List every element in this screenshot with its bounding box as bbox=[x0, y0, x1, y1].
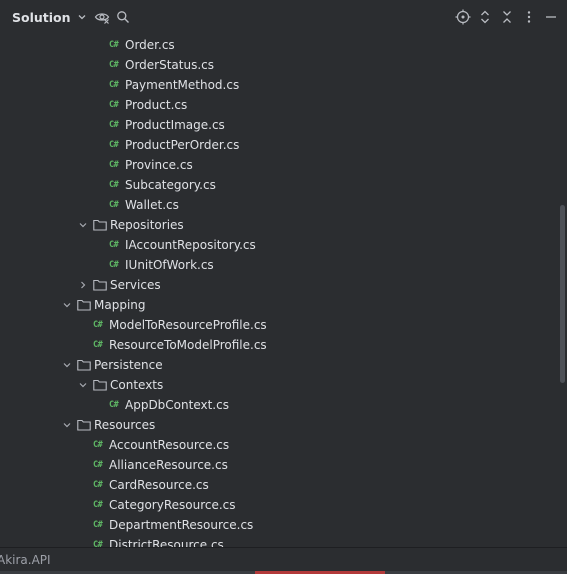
tree-item-label: DepartmentResource.cs bbox=[109, 518, 254, 532]
folder-icon bbox=[93, 379, 107, 391]
csharp-file-icon: C# bbox=[93, 440, 103, 450]
tree-item-label: Repositories bbox=[110, 218, 184, 232]
csharp-file-icon: C# bbox=[93, 340, 103, 350]
status-bar: Akira.API bbox=[0, 547, 567, 571]
status-project-name[interactable]: Akira.API bbox=[0, 553, 51, 567]
search-icon[interactable] bbox=[116, 10, 130, 24]
tree-folder-row[interactable]: Contexts bbox=[0, 375, 560, 395]
solution-title[interactable]: Solution bbox=[12, 10, 71, 25]
tree-item-label: Services bbox=[110, 278, 161, 292]
csharp-file-icon: C# bbox=[93, 500, 103, 510]
chevron-right-icon[interactable] bbox=[77, 279, 89, 291]
tree-file-row[interactable]: C# PaymentMethod.cs bbox=[0, 75, 560, 95]
tree-file-row[interactable]: C# Province.cs bbox=[0, 155, 560, 175]
csharp-file-icon: C# bbox=[109, 200, 119, 210]
tree-item-label: CategoryResource.cs bbox=[109, 498, 236, 512]
tree-item-label: Wallet.cs bbox=[125, 198, 179, 212]
tree-item-label: Resources bbox=[94, 418, 156, 432]
tree-item-label: OrderStatus.cs bbox=[125, 58, 215, 72]
solution-header: Solution bbox=[0, 0, 567, 34]
crosshair-icon[interactable] bbox=[455, 9, 471, 25]
tree-scrollbar[interactable] bbox=[560, 205, 565, 383]
folder-icon bbox=[93, 219, 107, 231]
tree-file-row[interactable]: C# AppDbContext.cs bbox=[0, 395, 560, 415]
csharp-file-icon: C# bbox=[93, 320, 103, 330]
chevron-down-icon[interactable] bbox=[77, 219, 89, 231]
csharp-file-icon: C# bbox=[93, 520, 103, 530]
tree-folder-row[interactable]: Repositories bbox=[0, 215, 560, 235]
folder-icon bbox=[77, 419, 91, 431]
csharp-file-icon: C# bbox=[109, 180, 119, 190]
tree-file-row[interactable]: C# ProductImage.cs bbox=[0, 115, 560, 135]
kebab-menu-icon[interactable] bbox=[521, 9, 537, 25]
csharp-file-icon: C# bbox=[109, 400, 119, 410]
csharp-file-icon: C# bbox=[109, 100, 119, 110]
tree-file-row[interactable]: C# Wallet.cs bbox=[0, 195, 560, 215]
tree-item-label: Order.cs bbox=[125, 38, 175, 52]
chevron-down-icon[interactable] bbox=[76, 11, 88, 23]
csharp-file-icon: C# bbox=[109, 60, 119, 70]
tree-item-label: AllianceResource.cs bbox=[109, 458, 228, 472]
tree-file-row[interactable]: C# ModelToResourceProfile.cs bbox=[0, 315, 560, 335]
tree-file-row[interactable]: C# CategoryResource.cs bbox=[0, 495, 560, 515]
tree-item-label: CardResource.cs bbox=[109, 478, 209, 492]
folder-icon bbox=[77, 359, 91, 371]
csharp-file-icon: C# bbox=[109, 140, 119, 150]
tree-item-label: Product.cs bbox=[125, 98, 188, 112]
tree-file-row[interactable]: C# Order.cs bbox=[0, 35, 560, 55]
chevron-down-icon[interactable] bbox=[61, 299, 73, 311]
tree-item-label: Persistence bbox=[94, 358, 163, 372]
tree-item-label: AppDbContext.cs bbox=[125, 398, 229, 412]
tree-item-label: DistrictResource.cs bbox=[109, 538, 224, 547]
chevron-down-icon[interactable] bbox=[61, 359, 73, 371]
tree-item-label: ProductImage.cs bbox=[125, 118, 225, 132]
tree-folder-row[interactable]: Persistence bbox=[0, 355, 560, 375]
tree-file-row[interactable]: C# DepartmentResource.cs bbox=[0, 515, 560, 535]
tree-file-row[interactable]: C# IAccountRepository.cs bbox=[0, 235, 560, 255]
csharp-file-icon: C# bbox=[109, 260, 119, 270]
tree-file-row[interactable]: C# Product.cs bbox=[0, 95, 560, 115]
tree-item-label: PaymentMethod.cs bbox=[125, 78, 240, 92]
tree-item-label: ResourceToModelProfile.cs bbox=[109, 338, 267, 352]
chevron-down-icon[interactable] bbox=[77, 379, 89, 391]
folder-icon bbox=[77, 299, 91, 311]
tree-item-label: Province.cs bbox=[125, 158, 193, 172]
folder-icon bbox=[93, 279, 107, 291]
csharp-file-icon: C# bbox=[93, 460, 103, 470]
solution-tree[interactable]: C# Order.cs C# OrderStatus.cs C# PaymentMetho… bbox=[0, 35, 562, 547]
tree-folder-row[interactable]: Resources bbox=[0, 415, 560, 435]
tree-file-row[interactable]: C# OrderStatus.cs bbox=[0, 55, 560, 75]
expand-icon[interactable] bbox=[477, 9, 493, 25]
csharp-file-icon: C# bbox=[109, 160, 119, 170]
chevron-down-icon[interactable] bbox=[61, 419, 73, 431]
csharp-file-icon: C# bbox=[109, 120, 119, 130]
tree-file-row[interactable]: C# AccountResource.cs bbox=[0, 435, 560, 455]
tree-file-row[interactable]: C# ProductPerOrder.cs bbox=[0, 135, 560, 155]
tree-file-row[interactable]: C# Subcategory.cs bbox=[0, 175, 560, 195]
tree-file-row[interactable]: C# CardResource.cs bbox=[0, 475, 560, 495]
tree-item-label: ModelToResourceProfile.cs bbox=[109, 318, 267, 332]
tree-file-row[interactable]: C# IUnitOfWork.cs bbox=[0, 255, 560, 275]
csharp-file-icon: C# bbox=[109, 240, 119, 250]
collapse-icon[interactable] bbox=[499, 9, 515, 25]
tree-item-label: Contexts bbox=[110, 378, 164, 392]
tree-item-label: ProductPerOrder.cs bbox=[125, 138, 240, 152]
tree-file-row[interactable]: C# AllianceResource.cs bbox=[0, 455, 560, 475]
csharp-file-icon: C# bbox=[93, 480, 103, 490]
csharp-file-icon: C# bbox=[109, 80, 119, 90]
tree-item-label: AccountResource.cs bbox=[109, 438, 230, 452]
csharp-file-icon: C# bbox=[93, 540, 103, 547]
csharp-file-icon: C# bbox=[109, 40, 119, 50]
tree-item-label: IAccountRepository.cs bbox=[125, 238, 256, 252]
tree-file-row[interactable]: C# DistrictResource.cs bbox=[0, 535, 560, 547]
tree-item-label: Subcategory.cs bbox=[125, 178, 216, 192]
eye-hidden-icon[interactable] bbox=[94, 9, 110, 25]
tree-file-row[interactable]: C# ResourceToModelProfile.cs bbox=[0, 335, 560, 355]
tree-item-label: Mapping bbox=[94, 298, 146, 312]
header-toolbar bbox=[455, 0, 559, 34]
tree-folder-row[interactable]: Services bbox=[0, 275, 560, 295]
minimize-icon[interactable] bbox=[543, 9, 559, 25]
tree-folder-row[interactable]: Mapping bbox=[0, 295, 560, 315]
tree-item-label: IUnitOfWork.cs bbox=[125, 258, 214, 272]
